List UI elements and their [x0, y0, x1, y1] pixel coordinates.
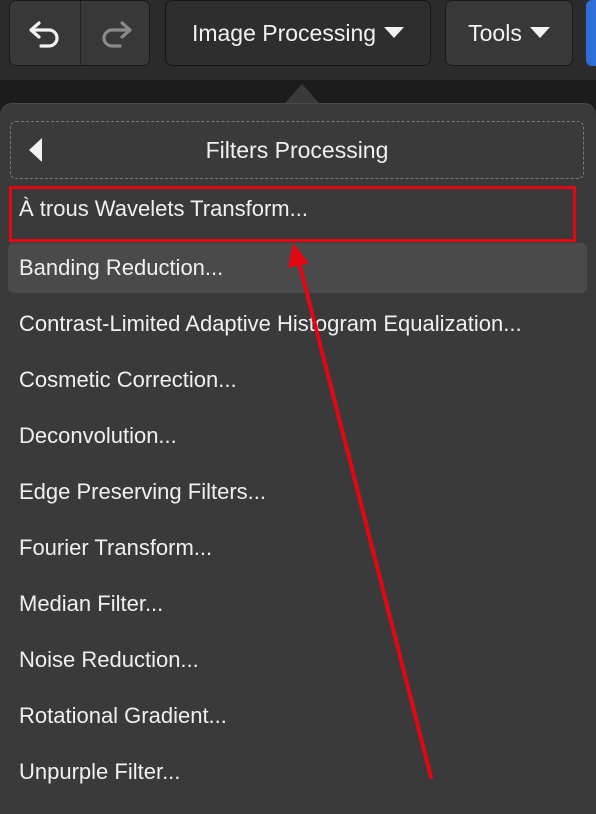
image-processing-menu-button[interactable]: Image Processing — [165, 0, 431, 66]
menu-item-label: À trous Wavelets Transform... — [19, 196, 308, 221]
menu-item-edge-preserving-filters[interactable]: Edge Preserving Filters... — [8, 467, 587, 517]
menu-item-unpurple-filter[interactable]: Unpurple Filter... — [8, 747, 587, 797]
redo-arrow-icon — [102, 21, 132, 48]
undo-arrow-icon — [29, 21, 59, 48]
image-processing-label: Image Processing — [191, 19, 377, 46]
caret-down-icon — [529, 26, 550, 38]
undo-redo-group — [9, 0, 150, 66]
menu-item-label: Deconvolution... — [19, 423, 177, 448]
menu-item-label: Cosmetic Correction... — [19, 367, 237, 392]
menu-item-banding-reduction[interactable]: Banding Reduction... — [8, 243, 587, 293]
menu-item-clahe[interactable]: Contrast-Limited Adaptive Histogram Equa… — [8, 299, 587, 349]
menu-item-label: Fourier Transform... — [19, 535, 213, 560]
menu-item-label: Edge Preserving Filters... — [19, 479, 266, 504]
menu-item-deconvolution[interactable]: Deconvolution... — [8, 411, 587, 461]
partial-blue-button[interactable] — [586, 0, 596, 66]
menu-item-label: Banding Reduction... — [19, 255, 224, 280]
menu-item-noise-reduction[interactable]: Noise Reduction... — [8, 635, 587, 685]
redo-button[interactable] — [80, 1, 149, 65]
filters-popover-menu: Filters Processing À trous Wavelets Tran… — [0, 103, 596, 814]
menu-item-label: Contrast-Limited Adaptive Histogram Equa… — [19, 311, 522, 336]
tools-label: Tools — [468, 19, 522, 46]
menu-item-median-filter[interactable]: Median Filter... — [8, 579, 587, 629]
menu-item-label: Unpurple Filter... — [19, 759, 181, 784]
caret-down-icon — [384, 26, 405, 38]
menu-item-cosmetic-correction[interactable]: Cosmetic Correction... — [8, 355, 587, 405]
submenu-title: Filters Processing — [205, 136, 389, 163]
menu-item-label: Noise Reduction... — [19, 647, 199, 672]
submenu-back-header[interactable]: Filters Processing — [10, 121, 584, 179]
menu-item-label: Median Filter... — [19, 591, 164, 616]
menu-item-label: Rotational Gradient... — [19, 703, 227, 728]
menu-item-fourier-transform[interactable]: Fourier Transform... — [8, 523, 587, 573]
tools-menu-button[interactable]: Tools — [445, 0, 573, 66]
undo-button[interactable] — [10, 1, 80, 65]
menu-item-rotational-gradient[interactable]: Rotational Gradient... — [8, 691, 587, 741]
chevron-left-icon — [29, 138, 42, 162]
popover-pointer — [284, 84, 320, 104]
menu-item-a-trous-wavelets[interactable]: À trous Wavelets Transform... — [8, 184, 587, 234]
app-window: Image Processing Tools Filters Processin… — [0, 0, 596, 814]
top-toolbar: Image Processing Tools — [0, 0, 596, 80]
